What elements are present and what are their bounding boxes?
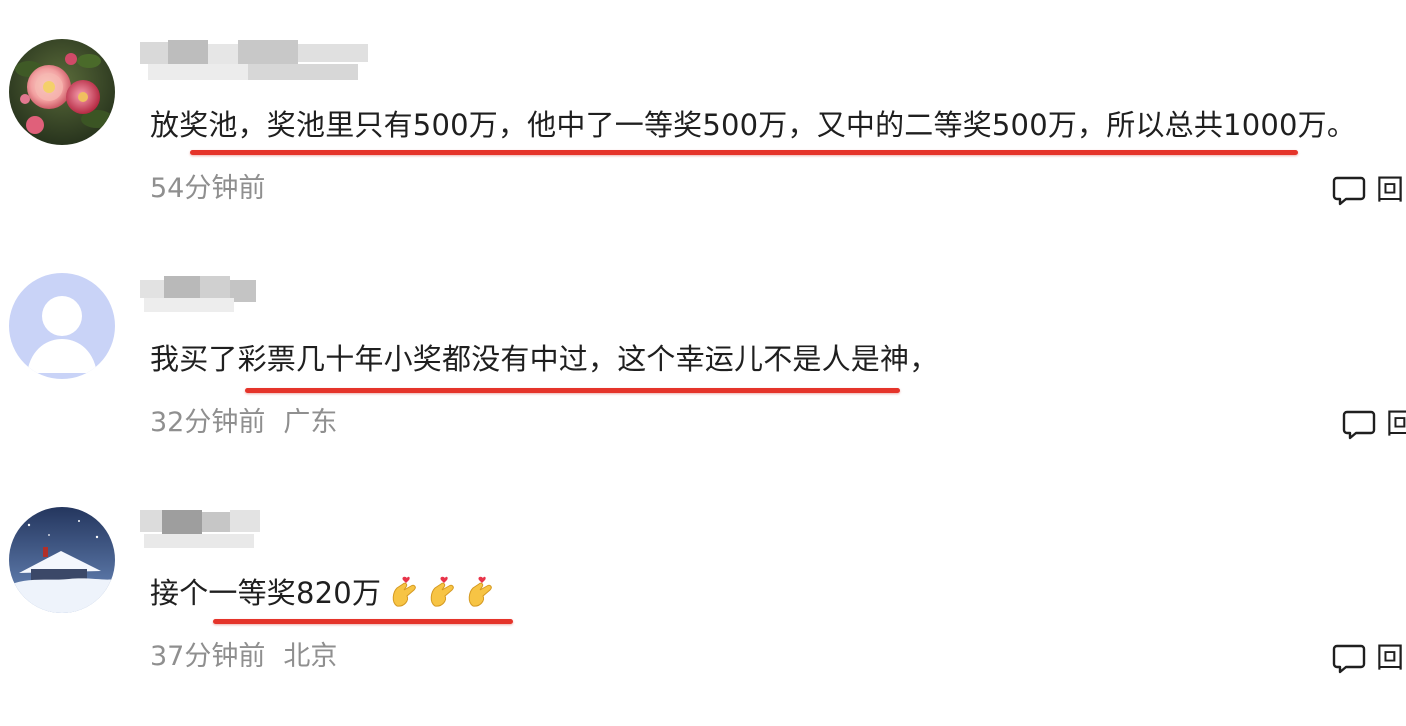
finger-heart-emoji-icon	[427, 576, 457, 608]
user-avatar[interactable]	[9, 39, 115, 145]
comment-text: 放奖池，奖池里只有500万，他中了一等奖500万，又中的二等奖500万，所以总共…	[150, 108, 1357, 142]
comment-location: 广东	[283, 407, 338, 438]
user-avatar[interactable]	[9, 273, 115, 379]
comment-item: 我买了彩票几十年小奖都没有中过，这个幸运儿不是人是神， 32分钟前 广东 回	[0, 234, 1406, 468]
highlight-underline	[213, 619, 513, 624]
highlight-underline	[190, 150, 1298, 155]
comment-item: 放奖池，奖池里只有500万，他中了一等奖500万，又中的二等奖500万，所以总共…	[0, 0, 1406, 234]
comment-time: 37分钟前	[150, 641, 266, 672]
comment-text: 我买了彩票几十年小奖都没有中过，这个幸运儿不是人是神，	[150, 342, 939, 376]
reply-button[interactable]: 回	[1342, 406, 1406, 442]
comment-bubble-icon	[1342, 410, 1376, 440]
comment-meta: 32分钟前 广东	[150, 404, 337, 442]
reply-label: 回	[1376, 641, 1405, 674]
username-blurred[interactable]	[138, 38, 378, 88]
comment-item: 接个一等奖820万 37分钟前 北京 回	[0, 468, 1406, 702]
finger-heart-emoji-icon	[389, 576, 419, 608]
reply-button[interactable]: 回	[1332, 172, 1404, 208]
flower-avatar-image	[9, 39, 115, 145]
comment-time: 32分钟前	[150, 407, 266, 438]
comment-bubble-icon	[1332, 644, 1366, 674]
username-blurred[interactable]	[138, 272, 268, 322]
reply-button[interactable]: 回	[1332, 640, 1404, 676]
comment-meta: 54分钟前	[150, 170, 265, 208]
comment-bubble-icon	[1332, 176, 1366, 206]
finger-heart-emoji-icon	[465, 576, 495, 608]
comment-location: 北京	[283, 641, 338, 672]
comment-text-content: 接个一等奖820万	[150, 576, 382, 610]
default-user-avatar-image	[9, 273, 115, 379]
comment-time: 54分钟前	[150, 173, 266, 204]
snow-house-avatar-image	[9, 507, 115, 613]
reply-label: 回	[1386, 407, 1406, 440]
reply-label: 回	[1376, 173, 1405, 206]
comment-meta: 37分钟前 北京	[150, 638, 337, 676]
comment-text: 接个一等奖820万	[150, 570, 495, 616]
highlight-underline	[245, 388, 900, 393]
username-blurred[interactable]	[138, 506, 278, 556]
user-avatar[interactable]	[9, 507, 115, 613]
